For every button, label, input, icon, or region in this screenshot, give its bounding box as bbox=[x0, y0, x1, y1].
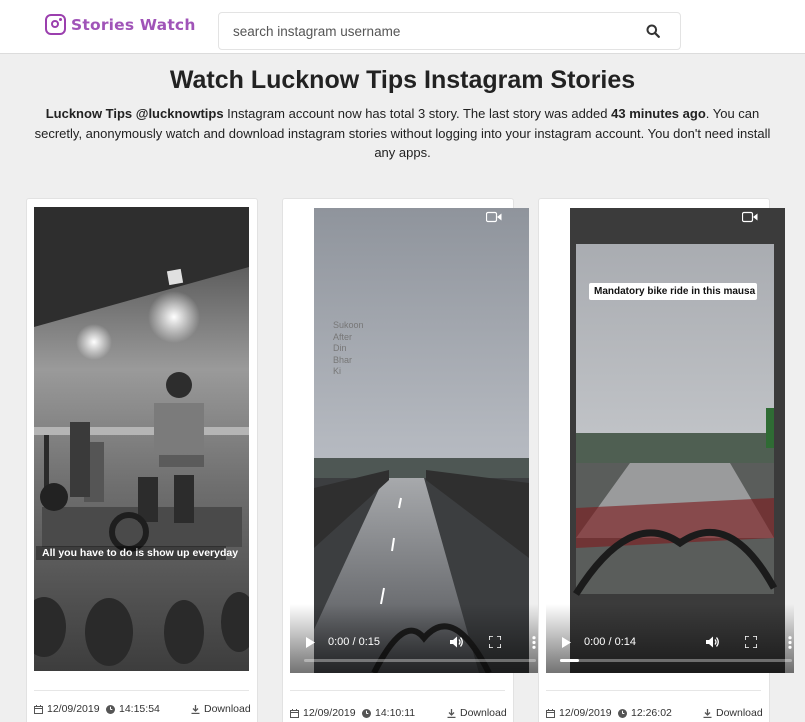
download-icon bbox=[191, 704, 200, 714]
overlay-line: After bbox=[333, 331, 353, 342]
story-date-text: 12/09/2019 bbox=[47, 703, 100, 715]
story-image[interactable]: All you have to do is show up everyday bbox=[34, 207, 249, 671]
story-time: 14:15:54 bbox=[106, 703, 160, 715]
logo[interactable]: Stories Watch bbox=[45, 14, 196, 35]
clock-icon bbox=[106, 704, 115, 714]
gym-photo bbox=[34, 207, 249, 671]
story-caption: Mandatory bike ride in this mausa bbox=[594, 286, 756, 297]
video-progress-bar[interactable] bbox=[560, 659, 792, 662]
story-caption: All you have to do is show up everyday bbox=[42, 547, 239, 559]
video-overlay-text: Sukoon After Din Bhar Ki bbox=[333, 320, 364, 378]
download-label: Download bbox=[716, 707, 763, 719]
volume-icon[interactable] bbox=[450, 636, 464, 648]
story-date: 12/09/2019 bbox=[546, 707, 612, 719]
search-icon bbox=[646, 24, 660, 38]
story-date-text: 12/09/2019 bbox=[559, 707, 612, 719]
account-name: Lucknow Tips @lucknowtips bbox=[45, 106, 224, 121]
download-icon bbox=[703, 708, 712, 718]
story-time: 12:26:02 bbox=[618, 707, 672, 719]
last-story-age: 43 minutes ago bbox=[611, 106, 706, 121]
play-icon[interactable] bbox=[562, 637, 571, 648]
overlay-line: Ki bbox=[333, 366, 342, 376]
download-icon bbox=[447, 708, 456, 718]
story-footer: 12/09/2019 14:10:11 Download bbox=[290, 690, 507, 719]
story-date: 12/09/2019 bbox=[34, 703, 100, 715]
video-time: 0:00 / 0:15 bbox=[328, 636, 380, 648]
story-meta: 12/09/2019 14:10:11 Download bbox=[290, 707, 507, 721]
video-time: 0:00 / 0:14 bbox=[584, 636, 636, 648]
video-progress-fill bbox=[560, 659, 579, 662]
header: Stories Watch bbox=[0, 0, 805, 54]
description-text-1: Instagram account now has total 3 story.… bbox=[223, 106, 612, 121]
play-icon[interactable] bbox=[306, 637, 315, 648]
story-card: All you have to do is show up everyday 1… bbox=[26, 198, 258, 722]
more-options-icon[interactable] bbox=[788, 636, 792, 649]
search-input[interactable] bbox=[233, 13, 633, 49]
search-box bbox=[218, 12, 681, 50]
fullscreen-icon[interactable] bbox=[745, 636, 757, 648]
story-time-text: 14:10:11 bbox=[375, 707, 416, 719]
caption-box: Mandatory bike ride in this mausa bbox=[589, 283, 757, 300]
story-footer: 12/09/2019 12:26:02 Download bbox=[546, 690, 763, 719]
story-card: Sukoon After Din Bhar Ki 0:00 / 0:15 12/… bbox=[282, 198, 538, 722]
video-camera-icon bbox=[742, 211, 758, 223]
overlay-line: Bhar bbox=[333, 354, 353, 365]
story-time: 14:10:11 bbox=[362, 707, 415, 719]
instagram-icon bbox=[45, 14, 66, 35]
story-time-text: 12:26:02 bbox=[631, 707, 672, 719]
fullscreen-icon[interactable] bbox=[489, 636, 501, 648]
download-label: Download bbox=[460, 707, 507, 719]
volume-icon[interactable] bbox=[706, 636, 720, 648]
search-button[interactable] bbox=[646, 24, 662, 40]
story-meta: 12/09/2019 14:15:54 Download bbox=[34, 703, 251, 717]
clock-icon bbox=[618, 708, 627, 718]
calendar-icon bbox=[34, 704, 43, 714]
video-player[interactable]: Mandatory bike ride in this mausa 0:00 /… bbox=[546, 208, 794, 673]
video-camera-icon bbox=[486, 211, 502, 223]
more-options-icon[interactable] bbox=[532, 636, 536, 649]
story-date-text: 12/09/2019 bbox=[303, 707, 356, 719]
page-description: Lucknow Tips @lucknowtips Instagram acco… bbox=[25, 104, 780, 163]
story-time-text: 14:15:54 bbox=[119, 703, 160, 715]
story-footer: 12/09/2019 14:15:54 Download bbox=[34, 690, 251, 715]
video-player[interactable]: Sukoon After Din Bhar Ki 0:00 / 0:15 bbox=[290, 208, 538, 673]
download-button[interactable]: Download bbox=[703, 707, 763, 719]
page-title: Watch Lucknow Tips Instagram Stories bbox=[169, 66, 636, 94]
video-progress-bar[interactable] bbox=[304, 659, 536, 662]
clock-icon bbox=[362, 708, 371, 718]
overlay-line: Din bbox=[333, 343, 347, 353]
download-button[interactable]: Download bbox=[447, 707, 507, 719]
brand-name: Stories Watch bbox=[71, 15, 196, 34]
overlay-line: Sukoon bbox=[333, 320, 364, 330]
story-card: Mandatory bike ride in this mausa 0:00 /… bbox=[538, 198, 794, 722]
story-meta: 12/09/2019 12:26:02 Download bbox=[546, 707, 763, 721]
story-date: 12/09/2019 bbox=[290, 707, 356, 719]
calendar-icon bbox=[290, 708, 299, 718]
download-button[interactable]: Download bbox=[191, 703, 251, 715]
calendar-icon bbox=[546, 708, 555, 718]
download-label: Download bbox=[204, 703, 251, 715]
